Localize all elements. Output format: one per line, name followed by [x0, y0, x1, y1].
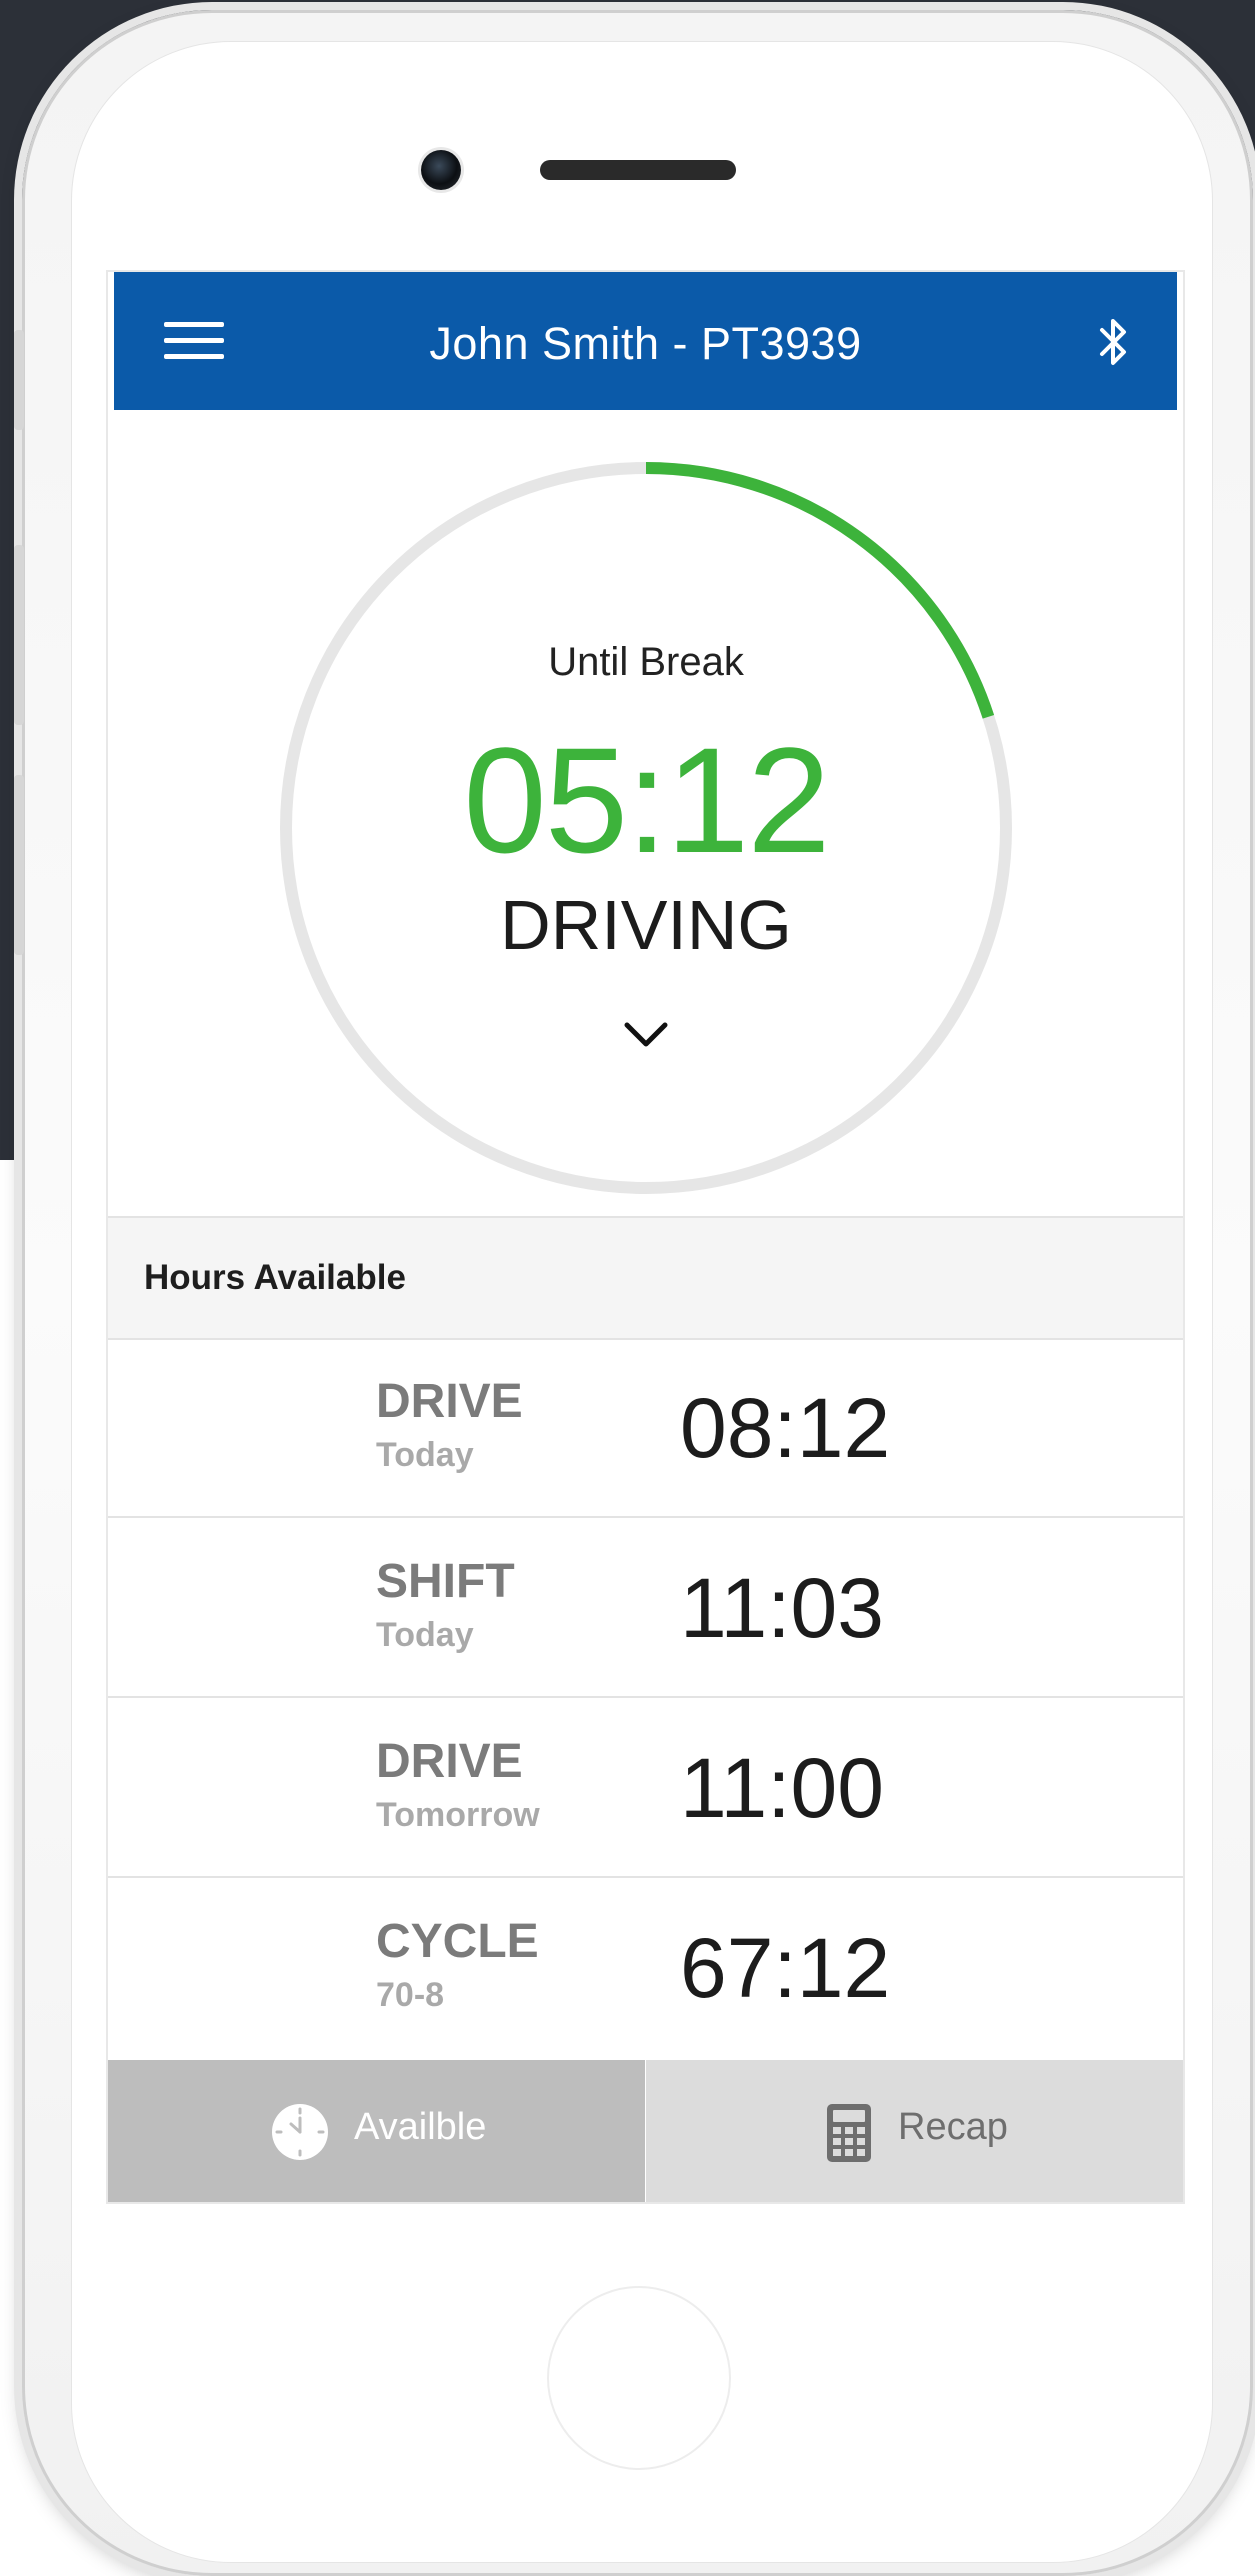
hours-row-cycle: CYCLE 70-8 67:12 [108, 1878, 1183, 2056]
driver-title: John Smith - PT3939 [429, 318, 862, 369]
hours-value: 11:00 [680, 1741, 884, 1835]
break-timer-ring: Until Break 05:12 DRIVING [278, 460, 1014, 1196]
hours-label: SHIFT [376, 1555, 515, 1608]
app-screen: John Smith - PT3939 Until Break 05:12 DR… [106, 270, 1185, 2204]
tab-available[interactable]: Availble [108, 2060, 645, 2202]
hours-label: DRIVE [376, 1375, 523, 1428]
chevron-down-icon[interactable] [621, 1015, 671, 1055]
hours-row-drive-today: DRIVE Today 08:12 [108, 1338, 1183, 1518]
timer-remaining: 05:12 [463, 716, 830, 884]
clock-icon [270, 2102, 330, 2162]
duty-status: DRIVING [500, 886, 792, 964]
hours-value: 67:12 [680, 1921, 891, 2015]
hours-row-shift-today: SHIFT Today 11:03 [108, 1518, 1183, 1698]
phone-home-button [547, 2286, 731, 2470]
phone-camera [421, 150, 461, 190]
tab-label: Recap [898, 2106, 1008, 2148]
hours-row-drive-tomorrow: DRIVE Tomorrow 11:00 [108, 1698, 1183, 1878]
hours-label: DRIVE [376, 1735, 523, 1788]
bottom-tab-bar: Availble Recap [108, 2060, 1183, 2202]
hours-sublabel: Today [376, 1436, 474, 1474]
calculator-icon [824, 2102, 884, 2162]
hours-available-header: Hours Available [108, 1216, 1183, 1340]
phone-side-button [14, 330, 24, 430]
phone-speaker [540, 160, 736, 180]
timer-caption: Until Break [548, 640, 744, 684]
hours-label: CYCLE [376, 1915, 539, 1968]
tab-recap[interactable]: Recap [646, 2060, 1183, 2202]
phone-volume-up [14, 545, 24, 725]
hours-sublabel: 70-8 [376, 1976, 445, 2014]
hours-value: 11:03 [680, 1561, 884, 1655]
hours-value: 08:12 [680, 1381, 891, 1475]
hours-list: DRIVE Today 08:12 SHIFT Today 11:03 DRIV… [108, 1338, 1183, 2056]
tab-label: Availble [354, 2106, 487, 2148]
phone-volume-down [14, 775, 24, 955]
hours-sublabel: Tomorrow [376, 1796, 540, 1834]
section-title: Hours Available [144, 1258, 406, 1297]
hours-sublabel: Today [376, 1616, 474, 1654]
app-header: John Smith - PT3939 [114, 272, 1177, 410]
bluetooth-icon[interactable] [1094, 314, 1134, 370]
